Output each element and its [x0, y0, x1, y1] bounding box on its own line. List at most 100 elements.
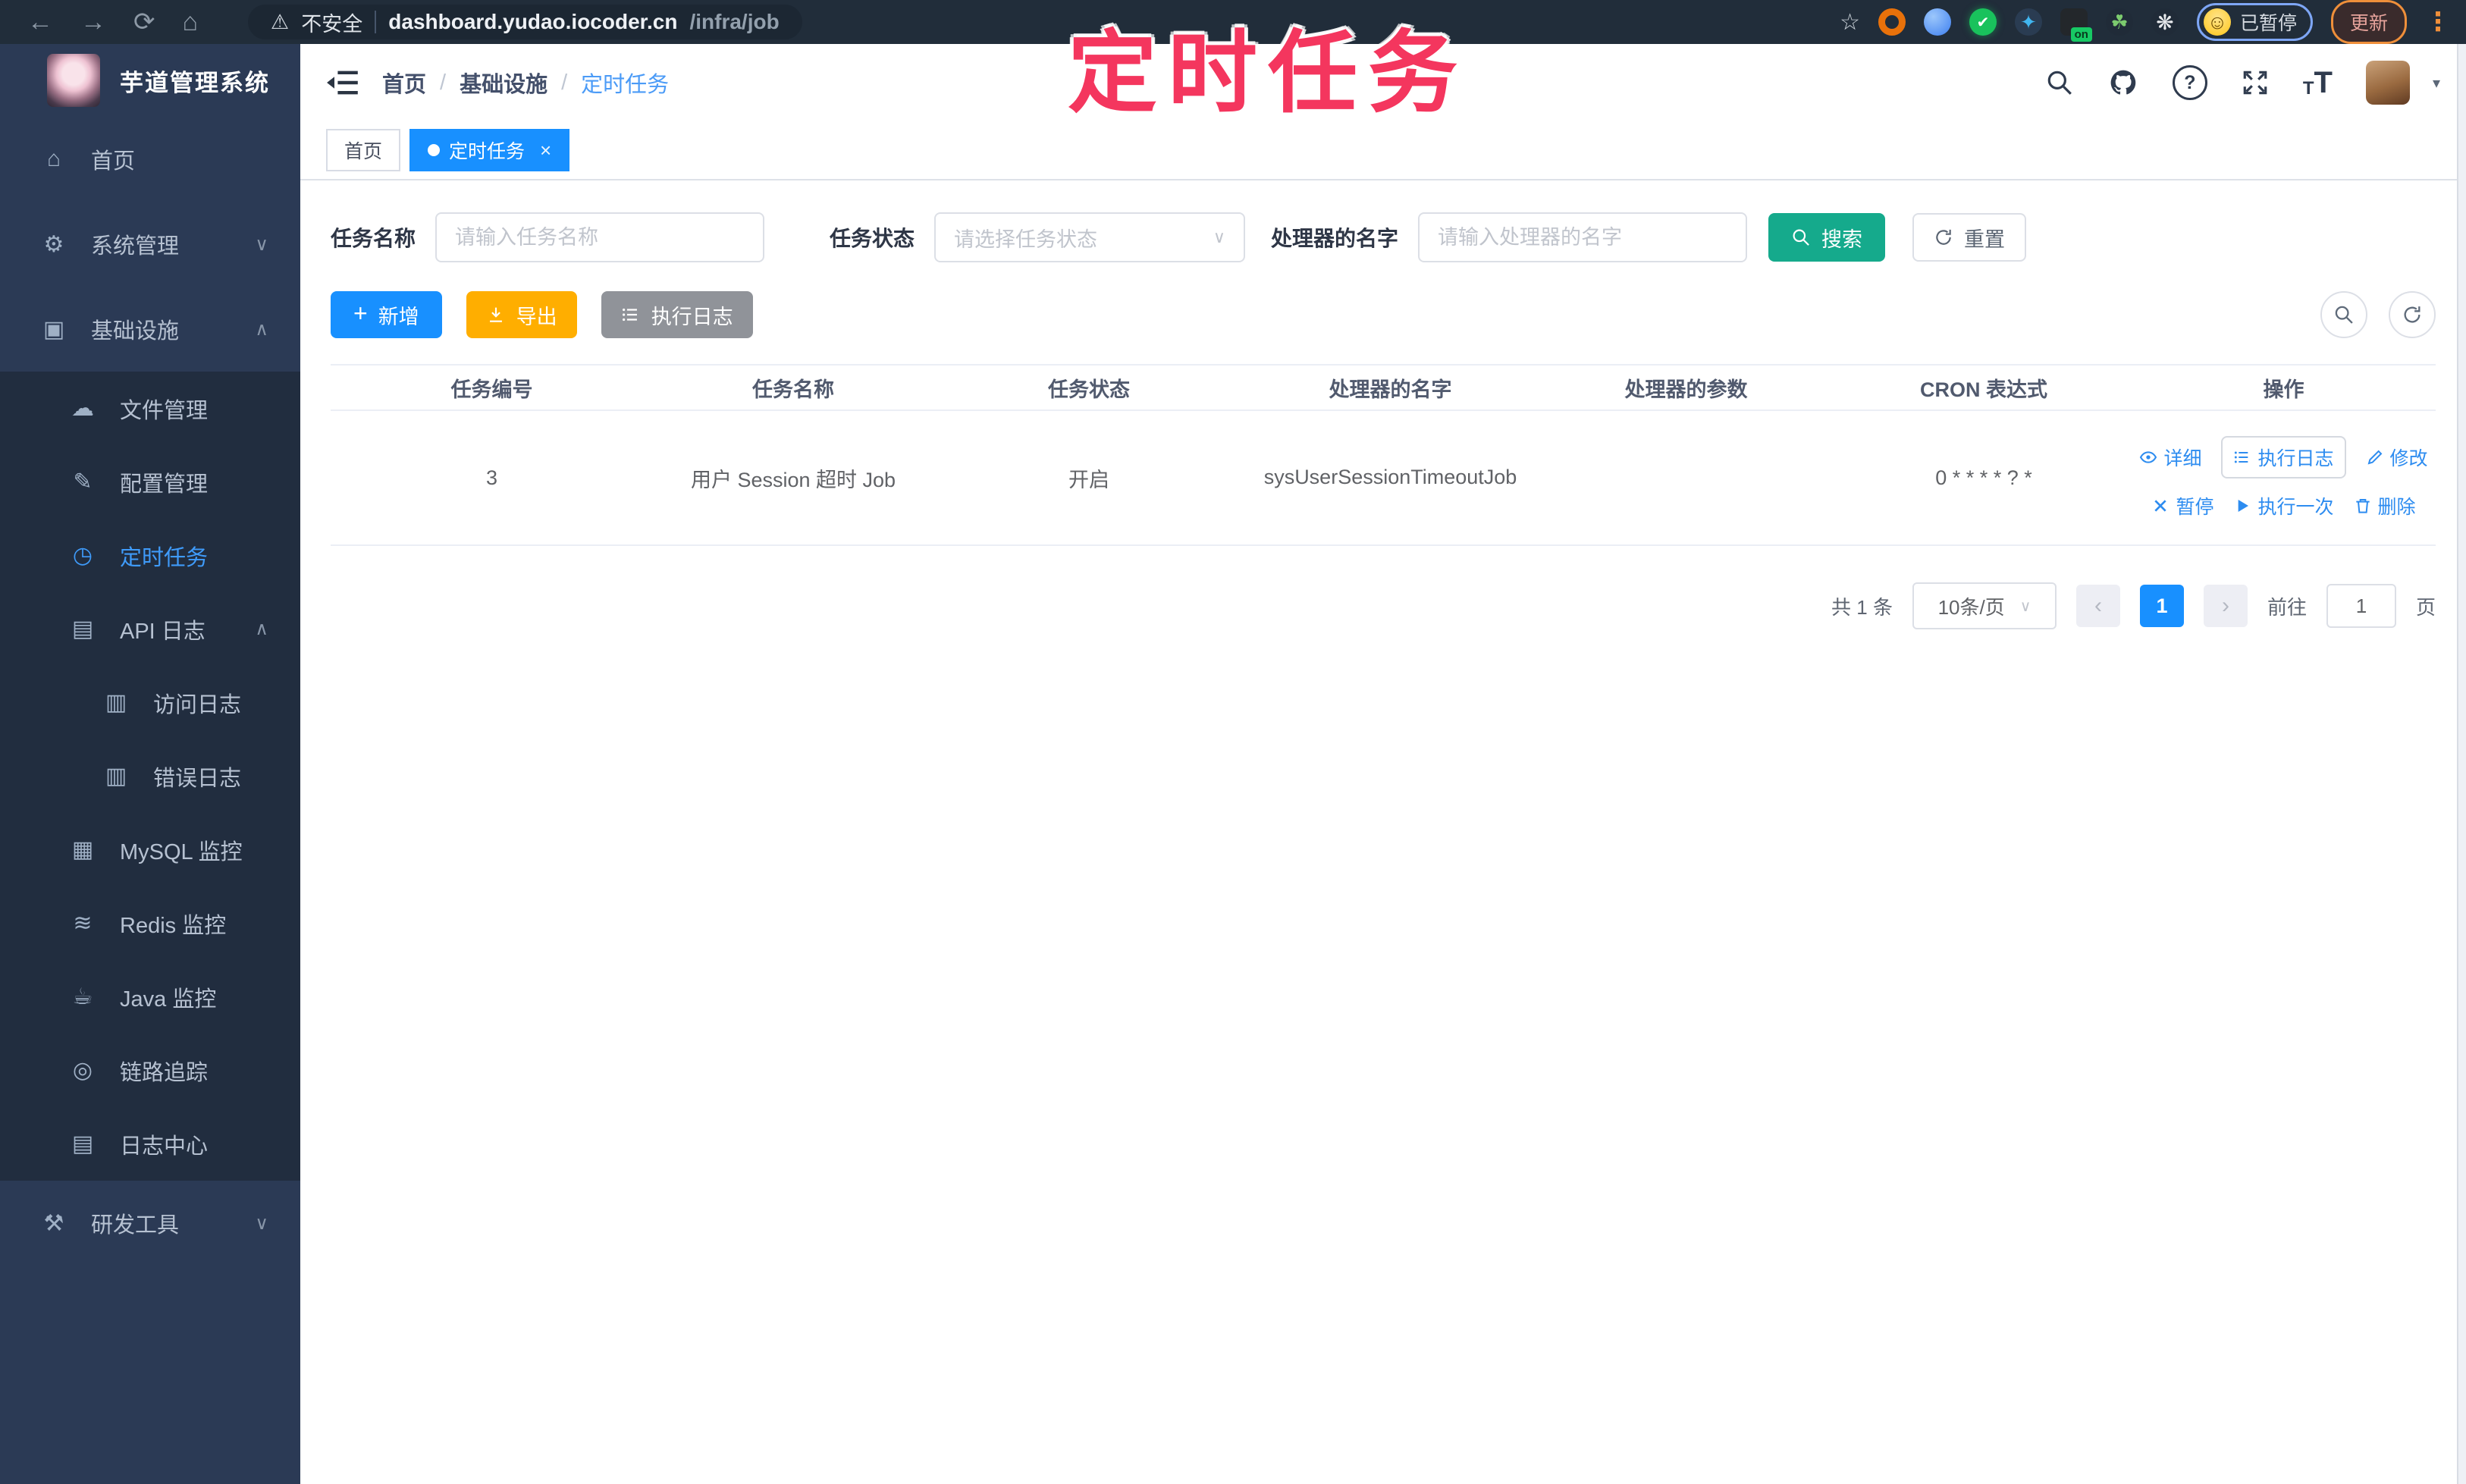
current-page-button[interactable]: 1 — [2139, 585, 2184, 627]
prev-page-button[interactable]: ‹ — [2075, 585, 2120, 627]
breadcrumb-item[interactable]: 基础设施 — [460, 67, 547, 99]
bookmark-star-icon[interactable]: ☆ — [1840, 9, 1860, 36]
user-avatar[interactable] — [2365, 61, 2410, 105]
goto-page-input[interactable] — [2326, 584, 2396, 628]
detail-link-label: 详细 — [2163, 448, 2202, 469]
browser-menu-icon[interactable]: ⋮ — [2425, 7, 2451, 37]
extension-icon-blue-spark[interactable]: ✦ — [2014, 8, 2042, 36]
help-icon[interactable]: ? — [2172, 65, 2207, 100]
sidebar-item-redis-monitor[interactable]: ≋ Redis 监控 — [0, 886, 300, 960]
github-icon[interactable] — [2107, 67, 2139, 99]
breadcrumb-item-current: 定时任务 — [581, 73, 670, 97]
sidebar-item-api-logs[interactable]: ▤ API 日志 ∧ — [0, 592, 300, 666]
sidebar-item-label: API 日志 — [120, 619, 206, 644]
handler-name-input[interactable] — [1418, 212, 1748, 262]
next-page-button[interactable]: › — [2203, 585, 2248, 627]
browser-reload-icon[interactable]: ⟳ — [133, 7, 155, 37]
sidebar-item-label: MySQL 监控 — [120, 839, 243, 864]
col-header-job-name: 任务名称 — [752, 378, 834, 401]
row-exec-log-link[interactable]: 执行日志 — [2221, 436, 2346, 478]
sidebar-item-infrastructure[interactable]: ▣ 基础设施 ∧ — [0, 287, 300, 372]
font-size-icon[interactable]: TT — [2303, 67, 2333, 98]
pause-link-label: 暂停 — [2176, 497, 2214, 518]
log-icon: ▥ — [105, 690, 127, 715]
sidebar-item-java-monitor[interactable]: ☕ Java 监控 — [0, 960, 300, 1034]
app-logo-row[interactable]: 芋道管理系统 — [0, 44, 300, 117]
detail-link[interactable]: 详细 — [2139, 444, 2201, 471]
tab-home[interactable]: 首页 — [326, 129, 401, 171]
exec-log-button[interactable]: 执行日志 — [601, 291, 753, 338]
sidebar-item-error-logs[interactable]: ▥ 错误日志 — [0, 739, 300, 813]
add-button[interactable]: + 新增 — [331, 291, 442, 338]
sidebar-item-file-mgmt[interactable]: ☁ 文件管理 — [0, 372, 300, 445]
refresh-button[interactable] — [2389, 291, 2436, 338]
sidebar-item-label: 错误日志 — [153, 766, 242, 791]
browser-forward-icon[interactable]: → — [80, 8, 106, 37]
pause-link[interactable]: 暂停 — [2151, 492, 2213, 519]
extension-icon-green-check[interactable]: ✔ — [1969, 8, 1997, 36]
sidebar-collapse-icon[interactable] — [326, 69, 359, 96]
on-badge: on — [2070, 27, 2092, 42]
tools-icon: ⚒ — [43, 1210, 64, 1236]
sidebar-item-access-logs[interactable]: ▥ 访问日志 — [0, 666, 300, 739]
tags-view-bar: 首页 定时任务 × — [300, 121, 2466, 180]
extension-icon-dark-reader[interactable]: on — [2060, 8, 2092, 42]
sidebar-item-scheduled-jobs[interactable]: ◷ 定时任务 — [0, 519, 300, 592]
log-icon: ▤ — [71, 1131, 94, 1156]
browser-update-button[interactable]: 更新 — [2330, 0, 2407, 44]
sidebar-item-config-mgmt[interactable]: ✎ 配置管理 — [0, 445, 300, 519]
page-size-value: 10条/页 — [1937, 595, 2005, 619]
extension-icon-flower[interactable]: ❋ — [2151, 8, 2179, 36]
breadcrumb-separator: / — [561, 70, 568, 95]
extension-icon-orange[interactable] — [1878, 8, 1906, 36]
export-button[interactable]: 导出 — [466, 291, 577, 338]
sidebar-item-home[interactable]: ⌂ 首页 — [0, 117, 300, 202]
delete-link-label: 删除 — [2377, 497, 2416, 518]
pagination: 共 1 条 10条/页 ∨ ‹ 1 › 前往 页 — [331, 582, 2436, 629]
reset-button[interactable]: 重置 — [1912, 213, 2027, 262]
paused-extension-badge[interactable]: ☺ 已暂停 — [2196, 3, 2313, 41]
delete-link[interactable]: 删除 — [2354, 492, 2416, 519]
sidebar-item-mysql-monitor[interactable]: ▦ MySQL 监控 — [0, 813, 300, 886]
browser-back-icon[interactable]: ← — [27, 8, 53, 37]
not-secure-label[interactable]: 不安全 — [301, 8, 362, 37]
job-status-select[interactable]: 请选择任务状态 ∨ — [934, 212, 1246, 262]
page-content: 任务名称 任务状态 请选择任务状态 ∨ 处理器的名字 搜索 — [300, 212, 2466, 629]
edit-link[interactable]: 修改 — [2366, 444, 2428, 471]
coffee-icon: ☕ — [72, 984, 93, 1009]
avatar-caret-icon[interactable]: ▾ — [2433, 74, 2440, 93]
browser-home-icon[interactable]: ⌂ — [183, 8, 199, 37]
job-name-input[interactable] — [435, 212, 765, 262]
sidebar-item-tracing[interactable]: ◎ 链路追踪 — [0, 1034, 300, 1107]
page-unit-label: 页 — [2415, 595, 2436, 619]
fullscreen-icon[interactable] — [2241, 68, 2270, 97]
address-bar[interactable]: ⚠ 不安全 dashboard.yudao.iocoder.cn/infra/j… — [248, 5, 802, 39]
col-header-actions: 操作 — [2263, 378, 2304, 401]
edit-link-label: 修改 — [2389, 448, 2428, 469]
table-tools — [2320, 291, 2436, 338]
close-icon[interactable]: × — [540, 139, 551, 162]
cell-job-id: 3 — [485, 466, 498, 489]
tab-scheduled-jobs[interactable]: 定时任务 × — [409, 129, 570, 171]
url-path: /infra/job — [689, 10, 780, 33]
table-toolbar: + 新增 导出 执行日志 — [331, 291, 2436, 338]
sidebar-item-system-mgmt[interactable]: ⚙ 系统管理 ∨ — [0, 202, 300, 287]
page-scrollbar[interactable] — [2457, 44, 2466, 1484]
url-host: dashboard.yudao.iocoder.cn — [388, 10, 678, 33]
run-once-link[interactable]: 执行一次 — [2233, 492, 2334, 519]
extension-icon-leaf[interactable]: ☘ — [2105, 8, 2133, 36]
sidebar-item-label: 访问日志 — [153, 692, 242, 717]
filter-form: 任务名称 任务状态 请选择任务状态 ∨ 处理器的名字 搜索 — [331, 212, 2436, 262]
extension-icon-drop[interactable] — [1923, 8, 1951, 36]
toggle-search-button[interactable] — [2320, 291, 2367, 338]
app-logo-avatar — [47, 54, 100, 107]
tab-label: 首页 — [344, 141, 383, 162]
search-button[interactable]: 搜索 — [1768, 213, 1886, 262]
page-size-select[interactable]: 10条/页 ∨ — [1912, 582, 2057, 629]
search-icon[interactable] — [2045, 68, 2074, 97]
sidebar-item-dev-tools[interactable]: ⚒ 研发工具 ∨ — [0, 1181, 300, 1266]
job-status-label: 任务状态 — [830, 227, 915, 250]
breadcrumb-item[interactable]: 首页 — [382, 67, 426, 99]
sidebar-item-log-center[interactable]: ▤ 日志中心 — [0, 1107, 300, 1181]
filter-group-status: 任务状态 请选择任务状态 ∨ — [830, 212, 1246, 262]
